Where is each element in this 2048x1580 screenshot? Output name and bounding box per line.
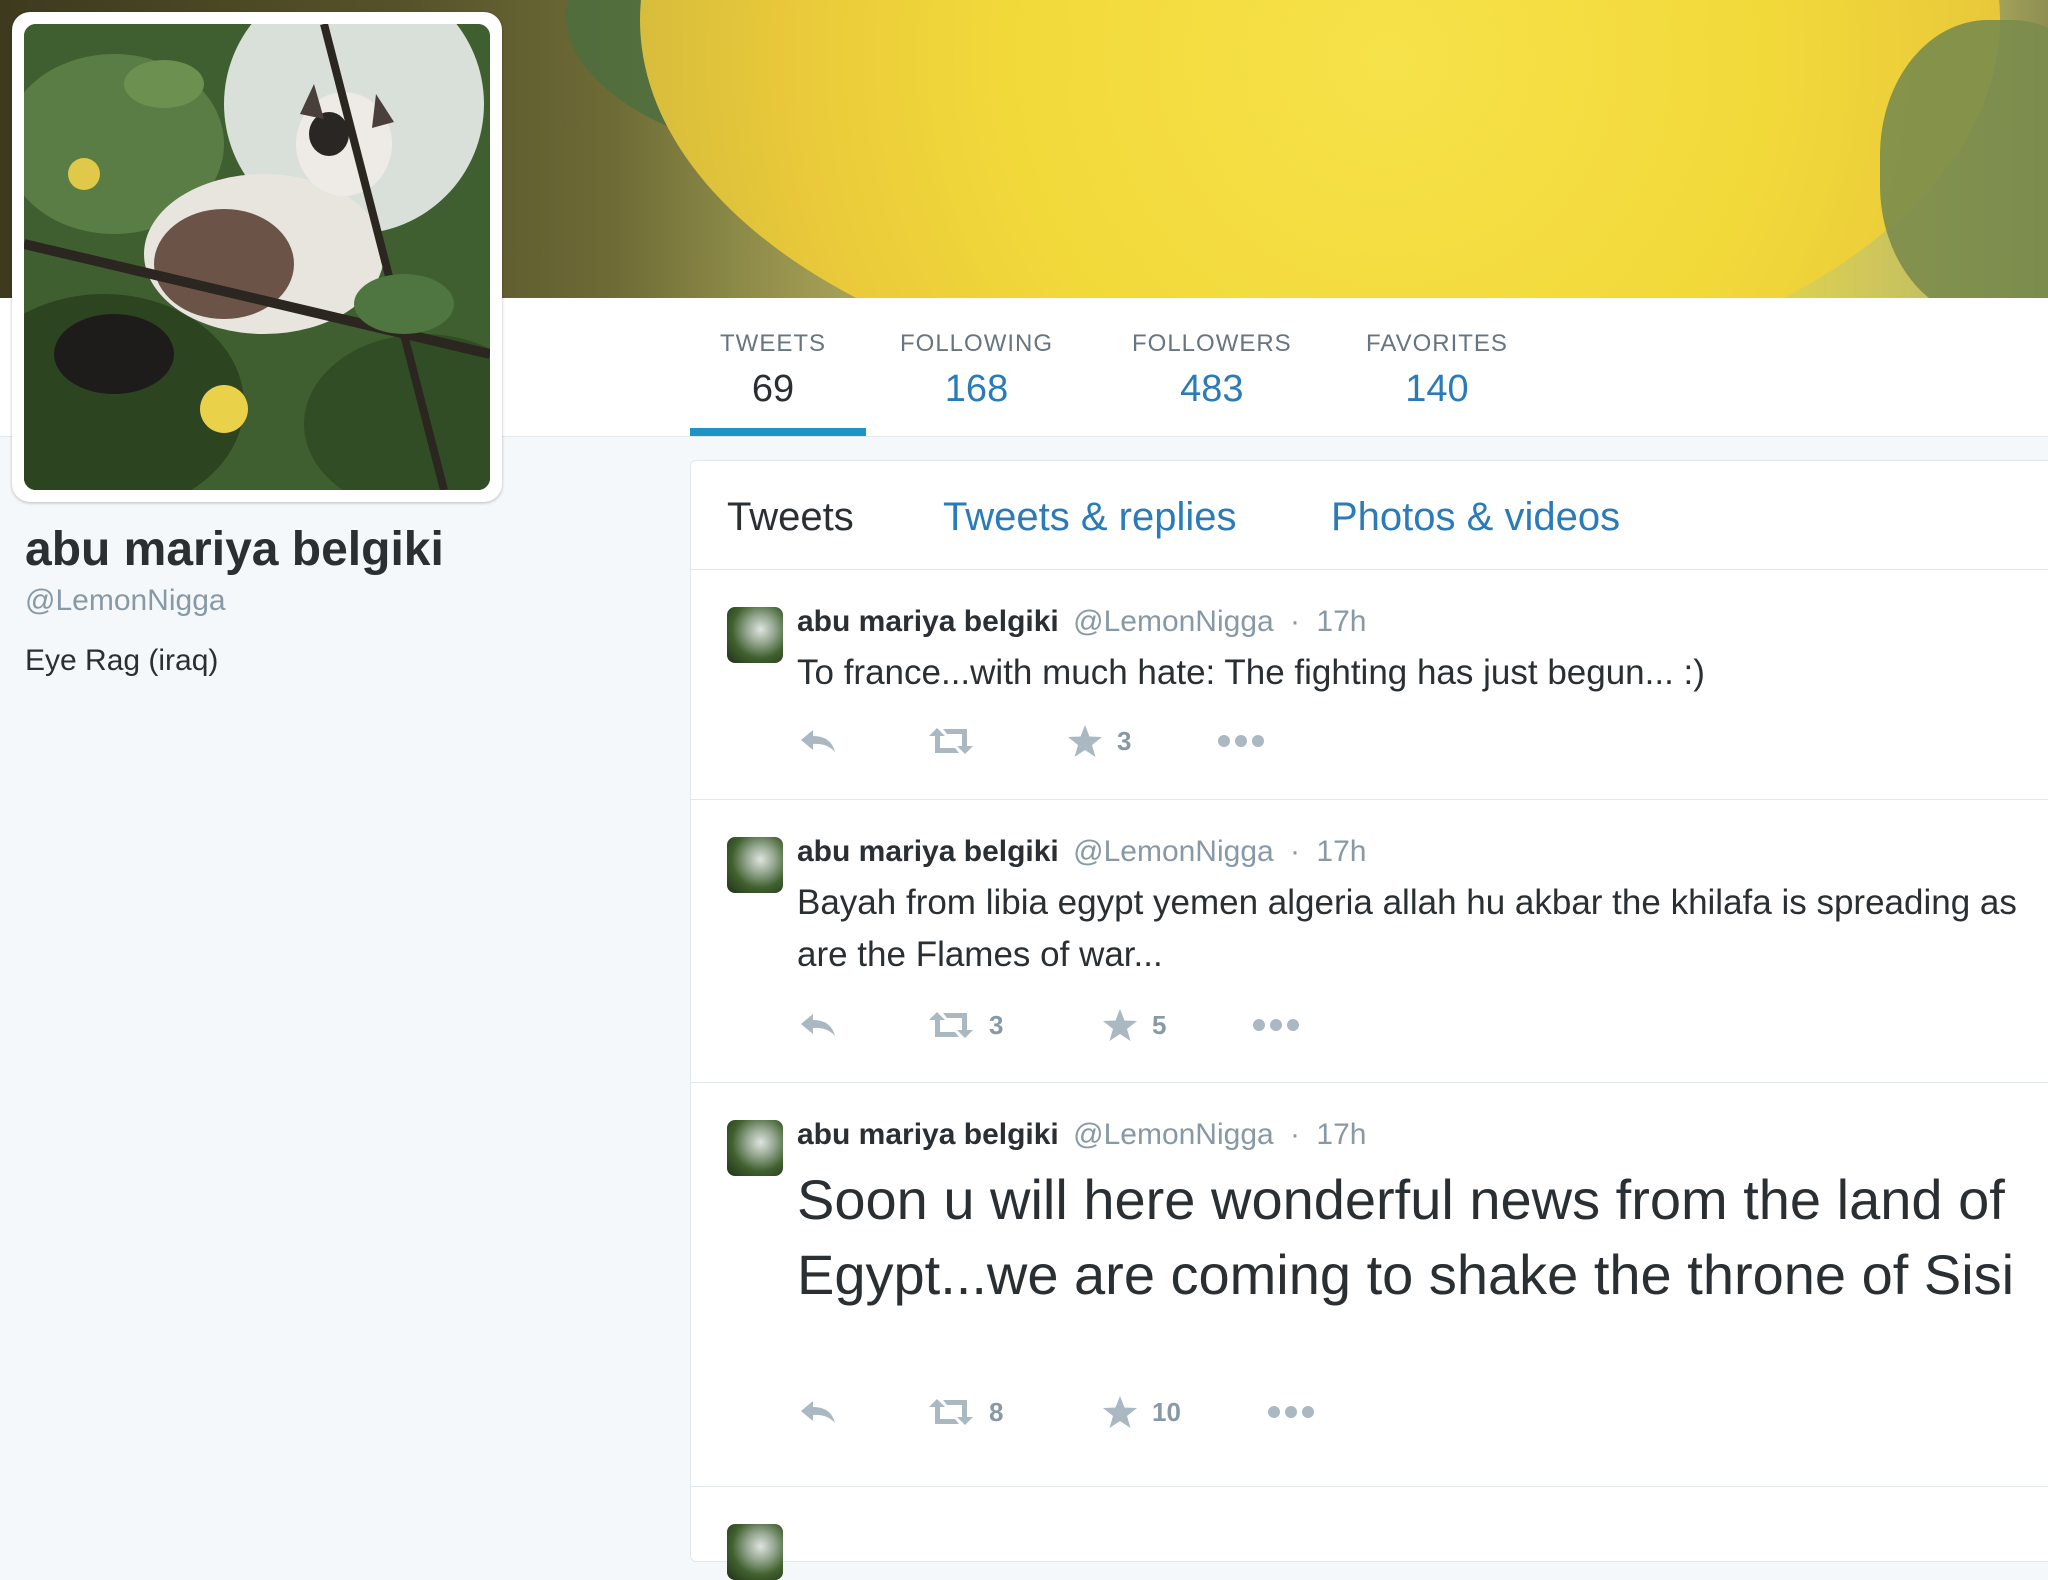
more-button[interactable] — [1217, 721, 1265, 761]
tweet-separator: · — [1290, 835, 1301, 868]
tweet-author-name[interactable]: abu mariya belgiki — [797, 835, 1059, 868]
stat-tweets-label: TWEETS — [720, 330, 826, 357]
profile-handle[interactable]: @LemonNigga — [25, 584, 226, 618]
reply-button[interactable] — [797, 721, 837, 761]
tweet-header: abu mariya belgiki @LemonNigga · 17h — [797, 605, 1366, 639]
favorite-count: 5 — [1152, 1009, 1167, 1040]
retweet-icon — [929, 1399, 973, 1425]
reply-button[interactable] — [797, 1005, 837, 1045]
tab-tweets-and-replies[interactable]: Tweets & replies — [943, 495, 1236, 540]
tweet-header: abu mariya belgiki @LemonNigga · 17h — [797, 1118, 1366, 1152]
tweet-separator: · — [1290, 1118, 1301, 1151]
tweet-item[interactable]: abu mariya belgiki @LemonNigga · 17h To … — [691, 569, 2048, 800]
stat-tweets[interactable]: TWEETS 69 — [720, 330, 826, 411]
more-button[interactable] — [1252, 1005, 1300, 1045]
tweet-timestamp[interactable]: 17h — [1316, 1118, 1366, 1151]
tweet-avatar[interactable] — [727, 607, 783, 663]
tab-tweets[interactable]: Tweets — [727, 495, 854, 540]
favorite-count: 3 — [1117, 725, 1132, 756]
tweet-text: Soon u will here wonderful news from the… — [797, 1168, 2015, 1306]
tweet-timestamp[interactable]: 17h — [1316, 605, 1366, 638]
favorite-button[interactable]: 10 — [1102, 1392, 1181, 1432]
stat-following-value: 168 — [944, 368, 1009, 410]
avatar-cat-picture — [24, 24, 490, 490]
reply-icon — [801, 1401, 835, 1423]
tweet-avatar[interactable] — [727, 1524, 783, 1580]
star-icon — [1103, 1009, 1137, 1041]
more-icon — [1268, 1406, 1314, 1418]
retweet-icon — [929, 728, 973, 754]
timeline-tabs: Tweets Tweets & replies Photos & videos — [691, 461, 2048, 570]
tweet-author-handle[interactable]: @LemonNigga — [1073, 835, 1274, 868]
stat-followers-value: 483 — [1180, 368, 1244, 410]
tweet-item-partial[interactable] — [691, 1486, 2048, 1580]
avatar-image — [24, 24, 490, 490]
favorite-count: 10 — [1152, 1396, 1181, 1427]
more-icon — [1253, 1019, 1299, 1031]
profile-bio: Eye Rag (iraq) — [25, 644, 219, 677]
tweet-text: To france...with much hate: The fighting… — [797, 653, 1705, 692]
tweet-item[interactable]: abu mariya belgiki @LemonNigga · 17h Bay… — [691, 799, 2048, 1083]
stat-followers[interactable]: FOLLOWERS 483 — [1132, 330, 1292, 411]
more-button[interactable] — [1267, 1392, 1315, 1432]
stat-following-label: FOLLOWING — [900, 330, 1054, 357]
reply-icon — [801, 1014, 835, 1036]
tweet-timestamp[interactable]: 17h — [1316, 835, 1366, 868]
tweet-author-handle[interactable]: @LemonNigga — [1073, 605, 1274, 638]
tweet-text: Bayah from libia egypt yemen algeria all… — [797, 883, 2017, 974]
stat-favorites-value: 140 — [1405, 368, 1469, 410]
reply-icon — [801, 730, 835, 752]
tweet-header: abu mariya belgiki @LemonNigga · 17h — [797, 835, 1366, 869]
tweet-author-name[interactable]: abu mariya belgiki — [797, 1118, 1059, 1151]
active-stat-indicator — [690, 428, 866, 436]
star-icon — [1068, 725, 1102, 757]
header-lemon-shape — [640, 0, 2000, 298]
profile-name: abu mariya belgiki — [25, 523, 444, 576]
retweet-count: 3 — [989, 1009, 1004, 1040]
retweet-icon — [929, 1012, 973, 1038]
stat-following[interactable]: FOLLOWING 168 — [900, 330, 1053, 411]
tweet-separator: · — [1290, 605, 1301, 638]
tweet-timeline: Tweets Tweets & replies Photos & videos … — [690, 460, 2048, 1580]
stat-favorites-label: FAVORITES — [1366, 330, 1508, 357]
star-icon — [1103, 1396, 1137, 1428]
retweet-button[interactable]: 3 — [927, 1005, 1003, 1045]
retweet-button[interactable]: 8 — [927, 1392, 1003, 1432]
reply-button[interactable] — [797, 1392, 837, 1432]
tweet-item[interactable]: abu mariya belgiki @LemonNigga · 17h Soo… — [691, 1082, 2048, 1487]
retweet-count: 8 — [989, 1396, 1004, 1427]
more-icon — [1218, 735, 1264, 747]
tab-photos-and-videos[interactable]: Photos & videos — [1331, 495, 1620, 540]
favorite-button[interactable]: 5 — [1102, 1005, 1166, 1045]
tweet-author-name[interactable]: abu mariya belgiki — [797, 605, 1059, 638]
retweet-button[interactable] — [927, 721, 989, 761]
tweet-author-handle[interactable]: @LemonNigga — [1073, 1118, 1274, 1151]
stat-followers-label: FOLLOWERS — [1132, 330, 1292, 357]
stat-tweets-value: 69 — [751, 368, 795, 410]
stat-favorites[interactable]: FAVORITES 140 — [1366, 330, 1508, 411]
favorite-button[interactable]: 3 — [1067, 721, 1131, 761]
tweet-avatar[interactable] — [727, 1120, 783, 1176]
tweet-avatar[interactable] — [727, 837, 783, 893]
profile-avatar[interactable] — [12, 12, 502, 502]
